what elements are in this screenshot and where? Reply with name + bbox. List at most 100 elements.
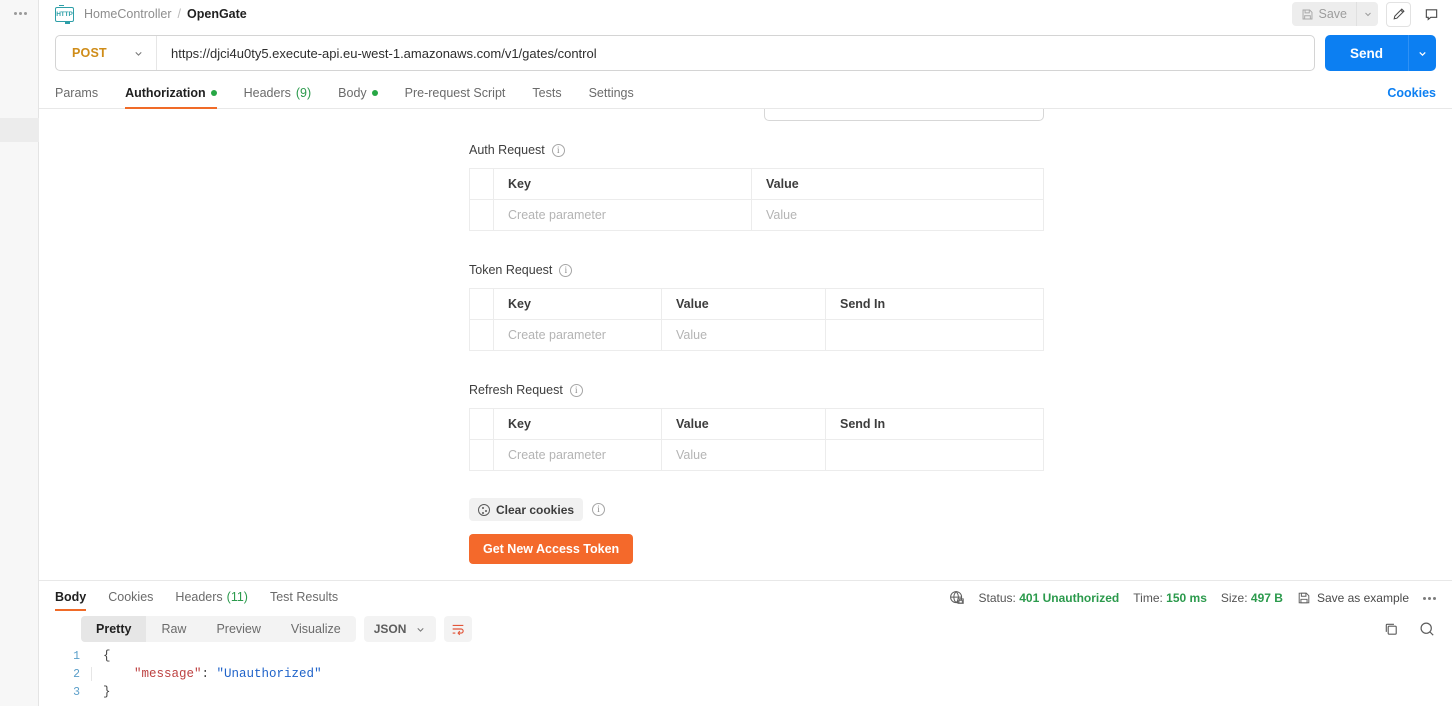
response-toolbar: Pretty Raw Preview Visualize JSON (39, 611, 1452, 647)
floppy-disk-icon (1301, 8, 1314, 21)
response-tab-test-results[interactable]: Test Results (270, 590, 338, 611)
view-mode-preview[interactable]: Preview (201, 616, 275, 642)
time-badge: Time: 150 ms (1133, 591, 1207, 605)
cookies-link[interactable]: Cookies (1387, 86, 1436, 108)
left-rail (0, 0, 39, 706)
save-as-example-button[interactable]: Save as example (1297, 591, 1409, 605)
edit-request-button[interactable] (1386, 2, 1411, 27)
row-checkbox-cell[interactable] (470, 440, 494, 471)
auth-request-table: Key Value Create parameter Value (469, 168, 1044, 231)
tab-label: Authorization (125, 86, 206, 100)
more-horizontal-icon[interactable] (9, 4, 31, 22)
size-badge: Size: 497 B (1221, 591, 1283, 605)
tab-headers[interactable]: Headers (9) (244, 86, 312, 108)
refresh-request-section: Refresh Request i Key Value Send In Crea… (39, 351, 1452, 471)
response-view-modes: Pretty Raw Preview Visualize (81, 616, 356, 642)
send-in-select[interactable] (826, 320, 1044, 351)
row-checkbox-cell[interactable] (470, 320, 494, 351)
copy-icon[interactable] (1383, 621, 1400, 638)
response-format-selector[interactable]: JSON (364, 616, 437, 642)
main-area: HTTP HomeController / OpenGate Save (39, 0, 1452, 706)
url-input[interactable]: https://djci4u0ty5.execute-api.eu-west-1… (157, 36, 1314, 70)
code-token-string: "Unauthorized" (217, 667, 322, 681)
wrap-text-icon (450, 621, 466, 637)
code-token-key: "message" (104, 667, 202, 681)
token-request-table: Key Value Send In Create parameter Value (469, 288, 1044, 351)
auth-request-section: Auth Request i Key Value Create paramete… (39, 109, 1452, 231)
tab-label: Cookies (108, 590, 153, 604)
more-horizontal-icon[interactable] (1423, 597, 1436, 600)
value-input[interactable]: Value (662, 320, 826, 351)
tab-label: Test Results (270, 590, 338, 604)
info-icon[interactable]: i (552, 144, 565, 157)
clipped-field-above[interactable] (764, 109, 1044, 121)
breadcrumb-current[interactable]: OpenGate (187, 7, 247, 21)
breadcrumb-separator: / (178, 7, 181, 21)
method-selector[interactable]: POST (56, 36, 157, 70)
view-mode-raw[interactable]: Raw (146, 616, 201, 642)
save-dropdown-button[interactable] (1356, 2, 1378, 26)
search-icon[interactable] (1418, 620, 1436, 638)
request-header: HTTP HomeController / OpenGate Save (39, 0, 1452, 28)
key-input[interactable]: Create parameter (494, 200, 752, 231)
column-value: Value (752, 169, 1044, 200)
column-send-in: Send In (826, 289, 1044, 320)
response-tabs: Body Cookies Headers (11) Test Results (39, 581, 1452, 611)
get-new-access-token-button[interactable]: Get New Access Token (469, 534, 633, 564)
send-in-select[interactable] (826, 440, 1044, 471)
tab-body[interactable]: Body (338, 86, 378, 108)
clear-cookies-button[interactable]: Clear cookies (469, 498, 583, 521)
select-all-cell[interactable] (470, 169, 494, 200)
view-mode-pretty[interactable]: Pretty (81, 616, 146, 642)
code-line: 1 { (39, 647, 1452, 665)
select-all-cell[interactable] (470, 289, 494, 320)
line-number: 2 (39, 668, 91, 681)
key-input[interactable]: Create parameter (494, 440, 662, 471)
chevron-down-icon (415, 624, 426, 635)
table-row: Create parameter Value (470, 200, 1044, 231)
key-input[interactable]: Create parameter (494, 320, 662, 351)
save-button-group: Save (1292, 2, 1379, 26)
tab-label: Headers (175, 590, 222, 604)
info-icon[interactable]: i (570, 384, 583, 397)
response-tab-body[interactable]: Body (55, 590, 86, 611)
rail-active-indicator[interactable] (0, 118, 39, 142)
breadcrumb-parent[interactable]: HomeController (84, 7, 172, 21)
column-send-in: Send In (826, 409, 1044, 440)
size-key: Size: (1221, 591, 1248, 605)
authorization-panel: Auth Request i Key Value Create paramete… (39, 109, 1452, 580)
save-label: Save (1319, 7, 1348, 21)
response-tab-headers[interactable]: Headers (11) (175, 590, 248, 611)
wrap-text-button[interactable] (444, 616, 472, 642)
response-body-code[interactable]: 1 { 2 "message": "Unauthorized" 3 } (39, 647, 1452, 706)
info-icon[interactable]: i (592, 503, 605, 516)
tab-label: Body (338, 86, 367, 100)
tab-count: (11) (227, 590, 248, 604)
comments-button[interactable] (1419, 2, 1444, 27)
postman-window: HTTP HomeController / OpenGate Save (0, 0, 1452, 706)
view-mode-visualize[interactable]: Visualize (276, 616, 356, 642)
tab-pre-request-script[interactable]: Pre-request Script (405, 86, 506, 108)
row-checkbox-cell[interactable] (470, 200, 494, 231)
info-icon[interactable]: i (559, 264, 572, 277)
tab-authorization[interactable]: Authorization (125, 86, 217, 108)
tab-params[interactable]: Params (55, 86, 98, 108)
chevron-down-icon (133, 48, 144, 59)
tab-count: (9) (296, 86, 311, 100)
code-token: } (103, 685, 111, 699)
time-key: Time: (1133, 591, 1163, 605)
response-tab-cookies[interactable]: Cookies (108, 590, 153, 611)
tab-tests[interactable]: Tests (532, 86, 561, 108)
value-input[interactable]: Value (752, 200, 1044, 231)
response-panel: Body Cookies Headers (11) Test Results (39, 580, 1452, 706)
response-meta: Status: 401 Unauthorized Time: 150 ms Si… (949, 590, 1436, 611)
save-button[interactable]: Save (1292, 2, 1357, 26)
send-dropdown-button[interactable] (1408, 35, 1436, 71)
time-value: 150 ms (1166, 591, 1207, 605)
send-button[interactable]: Send (1325, 35, 1408, 71)
value-input[interactable]: Value (662, 440, 826, 471)
globe-lock-icon[interactable] (949, 590, 965, 606)
modified-dot-icon (372, 90, 378, 96)
tab-settings[interactable]: Settings (589, 86, 634, 108)
select-all-cell[interactable] (470, 409, 494, 440)
